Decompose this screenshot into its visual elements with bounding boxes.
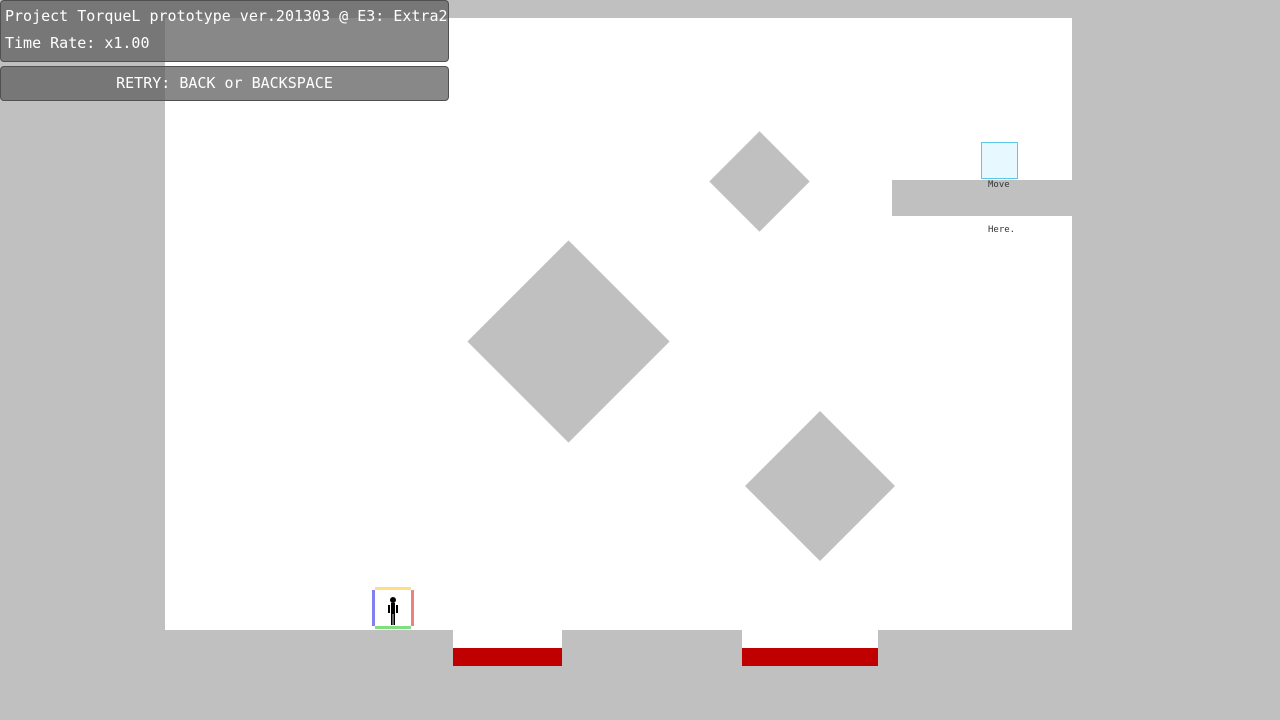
hud-info-panel: Project TorqueL prototype ver.201303 @ E…	[0, 0, 449, 62]
floor-pit-left	[453, 630, 562, 648]
hazard-spike-left	[453, 648, 562, 666]
game-title: Project TorqueL prototype ver.201303 @ E…	[5, 7, 448, 25]
goal-line-2: Here.	[988, 225, 1016, 235]
goal-line-1: Move	[988, 180, 1010, 190]
retry-hint: RETRY: BACK or BACKSPACE	[0, 66, 449, 101]
player-left-edge	[372, 590, 375, 626]
player-right-edge	[411, 590, 414, 626]
stickman-icon	[388, 597, 398, 625]
goal-marker: Move Here.	[981, 142, 1018, 235]
hazard-spike-right	[742, 648, 878, 666]
floor-pit-right	[742, 630, 878, 648]
player-bottom-edge	[375, 626, 411, 629]
player-top-edge	[375, 587, 411, 590]
game-stage: Move Here. Project TorqueL prototype ver…	[0, 0, 1280, 720]
goal-ledge	[892, 180, 1072, 216]
time-rate-readout: Time Rate: x1.00	[5, 34, 150, 52]
player[interactable]	[372, 587, 414, 629]
